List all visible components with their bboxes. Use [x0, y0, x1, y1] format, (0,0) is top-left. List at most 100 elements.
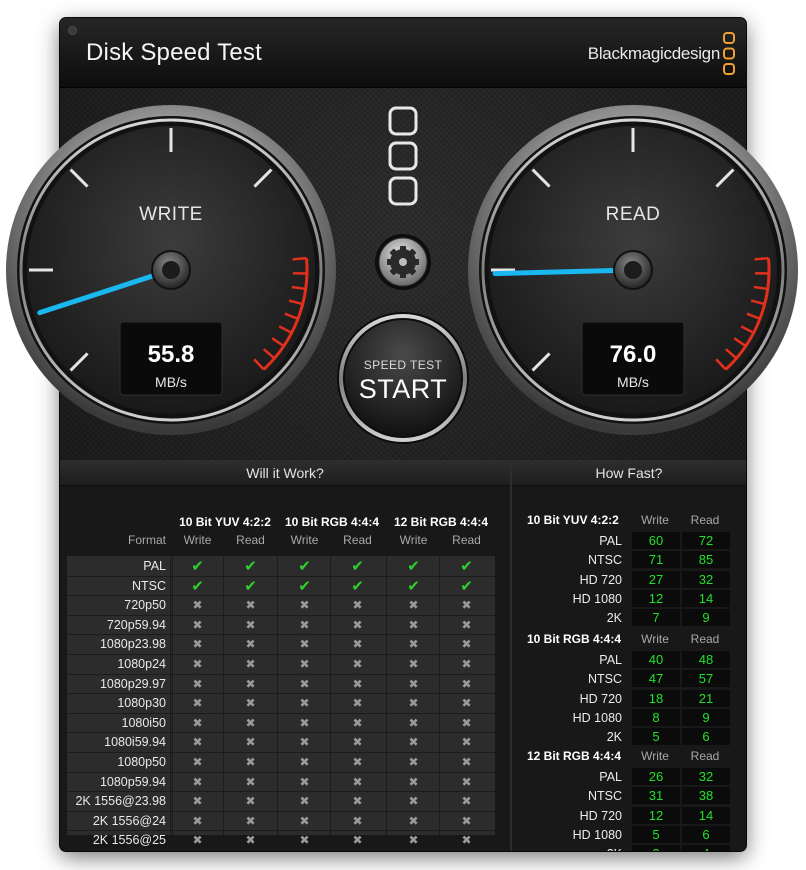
check-icon: ✔ — [191, 558, 204, 575]
x-icon: ✖ — [352, 735, 363, 750]
write-fps-value: 26 — [632, 768, 680, 785]
brand-name: Blackmagicdesign — [587, 44, 721, 63]
x-icon: ✖ — [408, 715, 419, 730]
x-icon: ✖ — [461, 617, 472, 632]
speed-group-header: 10 Bit YUV 4:2:2 — [527, 513, 619, 527]
column-divider — [277, 556, 278, 835]
x-icon: ✖ — [461, 813, 472, 828]
x-icon: ✖ — [299, 598, 310, 613]
x-icon: ✖ — [408, 735, 419, 750]
speed-format-label: NTSC — [587, 789, 622, 804]
format-label: 2K 1556@24 — [92, 813, 166, 828]
read-fps-value: 48 — [682, 651, 730, 668]
x-icon: ✖ — [352, 715, 363, 730]
write-fps-value: 71 — [632, 551, 680, 569]
read-fps-value: 32 — [682, 570, 730, 588]
check-icon: ✔ — [244, 558, 257, 575]
write-column-header: Write — [183, 533, 212, 547]
x-icon: ✖ — [408, 833, 419, 848]
format-label: 1080p24 — [117, 657, 166, 671]
x-icon: ✖ — [461, 637, 472, 652]
x-icon: ✖ — [352, 676, 363, 691]
check-icon: ✔ — [407, 558, 420, 575]
x-icon: ✖ — [299, 637, 310, 652]
read-fps-value: 72 — [682, 532, 730, 549]
read-fps-value: 9 — [682, 609, 730, 627]
format-label: 1080p23.98 — [99, 637, 166, 652]
format-label: 720p59.94 — [106, 617, 166, 632]
x-icon: ✖ — [408, 637, 419, 652]
write-fps-value: 12 — [632, 589, 680, 607]
x-icon: ✖ — [461, 657, 472, 671]
x-icon: ✖ — [299, 833, 310, 848]
speed-format-label: HD 1080 — [572, 591, 622, 606]
start-button[interactable] — [343, 320, 463, 440]
x-icon: ✖ — [352, 774, 363, 789]
write-speed-unit: MB/s — [155, 374, 187, 390]
format-label: 1080p50 — [117, 755, 166, 769]
row-divider — [67, 673, 495, 675]
settings-button[interactable] — [375, 234, 431, 290]
will-it-work-title: Will it Work? — [60, 460, 510, 486]
row-divider — [67, 771, 495, 773]
brand-logo-icon — [723, 32, 735, 75]
check-icon: ✔ — [191, 577, 204, 595]
column-divider — [330, 556, 331, 835]
x-icon: ✖ — [245, 696, 256, 711]
format-label: 2K 1556@25 — [92, 833, 166, 848]
format-label: 1080p29.97 — [99, 676, 166, 691]
x-icon: ✖ — [352, 696, 363, 711]
read-column-header: Read — [343, 533, 372, 547]
x-icon: ✖ — [192, 794, 203, 809]
close-button[interactable] — [68, 26, 77, 35]
read-fps-value: 38 — [682, 787, 730, 805]
x-icon: ✖ — [299, 617, 310, 632]
row-divider — [67, 712, 495, 714]
read-speed-value: 76.0 — [609, 341, 657, 368]
speed-group-header: 12 Bit RGB 4:4:4 — [527, 749, 622, 763]
format-label: 720p50 — [124, 598, 166, 613]
speed-format-label: HD 1080 — [572, 827, 622, 842]
write-column-header: Write — [290, 533, 319, 547]
speed-format-label: HD 1080 — [572, 710, 622, 725]
x-icon: ✖ — [192, 657, 203, 671]
format-label: 1080i59.94 — [104, 735, 166, 750]
will-it-work-panel: Will it Work? 10 Bit YUV 4:2:2 10 Bit RGB… — [60, 460, 510, 851]
x-icon: ✖ — [352, 755, 363, 769]
write-column-header: Write — [641, 749, 669, 763]
write-fps-value: 47 — [632, 670, 680, 688]
how-fast-panel: How Fast? 10 Bit YUV 4:2:2 Write Read PAL 60… — [512, 460, 746, 851]
speed-format-label: PAL — [599, 770, 622, 784]
will-group-header: 10 Bit RGB 4:4:4 — [284, 515, 380, 529]
how-fast-title: How Fast? — [512, 460, 746, 486]
x-icon: ✖ — [192, 813, 203, 828]
x-icon: ✖ — [192, 696, 203, 711]
x-icon: ✖ — [299, 657, 310, 671]
column-divider — [223, 556, 224, 835]
check-icon: ✔ — [407, 577, 420, 595]
x-icon: ✖ — [408, 598, 419, 613]
read-column-header: Read — [452, 533, 481, 547]
x-icon: ✖ — [299, 755, 310, 769]
check-icon: ✔ — [351, 577, 364, 595]
check-icon: ✔ — [298, 577, 311, 595]
speed-format-label: PAL — [599, 653, 622, 667]
will-group-header: 12 Bit RGB 4:4:4 — [393, 515, 489, 529]
write-fps-value: 7 — [632, 609, 680, 627]
read-gauge-label: READ — [605, 204, 661, 225]
x-icon: ✖ — [192, 715, 203, 730]
x-icon: ✖ — [192, 755, 203, 769]
column-divider — [439, 556, 440, 835]
x-icon: ✖ — [299, 676, 310, 691]
x-icon: ✖ — [352, 598, 363, 613]
write-fps-value: 27 — [632, 570, 680, 588]
read-fps-value: 14 — [682, 806, 730, 824]
x-icon: ✖ — [299, 813, 310, 828]
x-icon: ✖ — [408, 676, 419, 691]
x-icon: ✖ — [461, 696, 472, 711]
x-icon: ✖ — [245, 813, 256, 828]
write-fps-value: 3 — [632, 845, 680, 851]
read-fps-value: 9 — [682, 708, 730, 726]
x-icon: ✖ — [192, 598, 203, 613]
check-icon: ✔ — [244, 577, 257, 595]
